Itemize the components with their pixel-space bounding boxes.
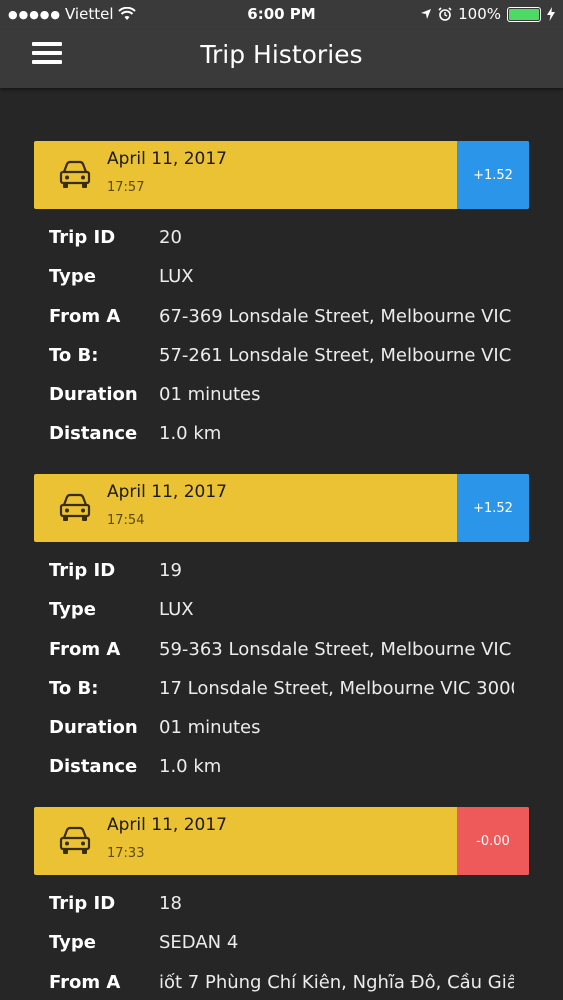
trip-details: Trip ID 18 Type SEDAN 4 From A iốt 7 Phù… [34,889,529,1000]
trip-date: April 11, 2017 [107,482,227,502]
to-row: To B: 17 Lonsdale Street, Melbourne VIC … [34,674,529,713]
to-value: 57-261 Lonsdale Street, Melbourne VIC 3 [159,344,514,366]
distance-label: Distance [49,756,138,778]
trip-card: April 11, 2017 17:54 +1.52 Trip ID 19 Ty… [34,474,529,792]
trip-header[interactable]: April 11, 2017 17:54 +1.52 [34,474,529,542]
trip-id-label: Trip ID [49,227,116,248]
distance-row: Distance 1.0 km [34,419,529,458]
trip-amount-badge: +1.52 [457,141,529,209]
trip-details: Trip ID 20 Type LUX From A 67-369 Lonsda… [34,223,529,459]
type-label: Type [49,932,96,954]
trip-header[interactable]: April 11, 2017 17:33 -0.00 [34,807,529,875]
duration-row: Duration 01 minutes [34,713,529,752]
distance-label: Distance [49,423,138,445]
duration-label: Duration [49,717,138,739]
duration-label: Duration [49,384,138,406]
trip-date: April 11, 2017 [107,149,227,169]
type-value: LUX [159,599,194,621]
to-label: To B: [49,677,99,699]
trip-id-value: 19 [159,560,182,581]
trip-time: 17:54 [107,513,145,528]
to-value: 17 Lonsdale Street, Melbourne VIC 3000 [159,677,514,699]
battery-percent: 100% [458,5,501,23]
from-value: 59-363 Lonsdale Street, Melbourne VIC 3 [159,638,514,660]
duration-row: Duration 01 minutes [34,380,529,419]
trip-id-value: 20 [159,227,182,248]
car-icon [59,160,91,188]
distance-row: Distance 1.0 km [34,752,529,791]
duration-value: 01 minutes [159,717,261,739]
trip-card: April 11, 2017 17:57 +1.52 Trip ID 20 Ty… [34,141,529,459]
type-row: Type LUX [34,595,529,634]
to-row: To B: 57-261 Lonsdale Street, Melbourne … [34,341,529,380]
from-label: From A [49,638,121,660]
location-arrow-icon [421,9,432,19]
from-row: From A 59-363 Lonsdale Street, Melbourne… [34,635,529,674]
trip-id-row: Trip ID 19 [34,556,529,595]
trip-id-value: 18 [159,893,182,914]
alarm-icon [438,7,452,21]
navigation-bar: Trip Histories [0,30,563,88]
trip-header[interactable]: April 11, 2017 17:57 +1.52 [34,141,529,209]
battery-icon [507,6,541,22]
trip-amount-badge: +1.52 [457,474,529,542]
trip-id-label: Trip ID [49,560,116,581]
from-value: iốt 7 Phùng Chí Kiên, Nghĩa Đô, Cầu Giấy [159,971,514,993]
duration-value: 01 minutes [159,384,261,406]
trip-amount-badge: -0.00 [457,807,529,875]
trip-id-label: Trip ID [49,893,116,914]
car-icon [59,826,91,854]
type-label: Type [49,599,96,621]
distance-value: 1.0 km [159,423,222,445]
type-value: LUX [159,266,194,288]
trip-card: April 11, 2017 17:33 -0.00 Trip ID 18 Ty… [34,807,529,1000]
page-title: Trip Histories [200,40,363,69]
trip-id-row: Trip ID 20 [34,223,529,262]
from-label: From A [49,305,121,327]
from-value: 67-369 Lonsdale Street, Melbourne VIC [159,305,512,327]
from-row: From A 67-369 Lonsdale Street, Melbourne… [34,302,529,341]
charging-bolt-icon [547,7,555,21]
from-row: From A iốt 7 Phùng Chí Kiên, Nghĩa Đô, C… [34,968,529,1000]
car-icon [59,493,91,521]
type-value: SEDAN 4 [159,932,239,954]
trip-id-row: Trip ID 18 [34,889,529,928]
distance-value: 1.0 km [159,756,222,778]
status-right: 100% [420,5,555,23]
type-label: Type [49,266,96,288]
from-label: From A [49,971,121,993]
trip-time: 17:57 [107,180,145,195]
trip-date: April 11, 2017 [107,815,227,835]
status-bar: ●●●●● Viettel 6:00 PM 100% [0,0,563,30]
trip-details: Trip ID 19 Type LUX From A 59-363 Lonsda… [34,556,529,792]
trip-time: 17:33 [107,846,145,861]
to-label: To B: [49,344,99,366]
type-row: Type SEDAN 4 [34,928,529,967]
type-row: Type LUX [34,262,529,301]
